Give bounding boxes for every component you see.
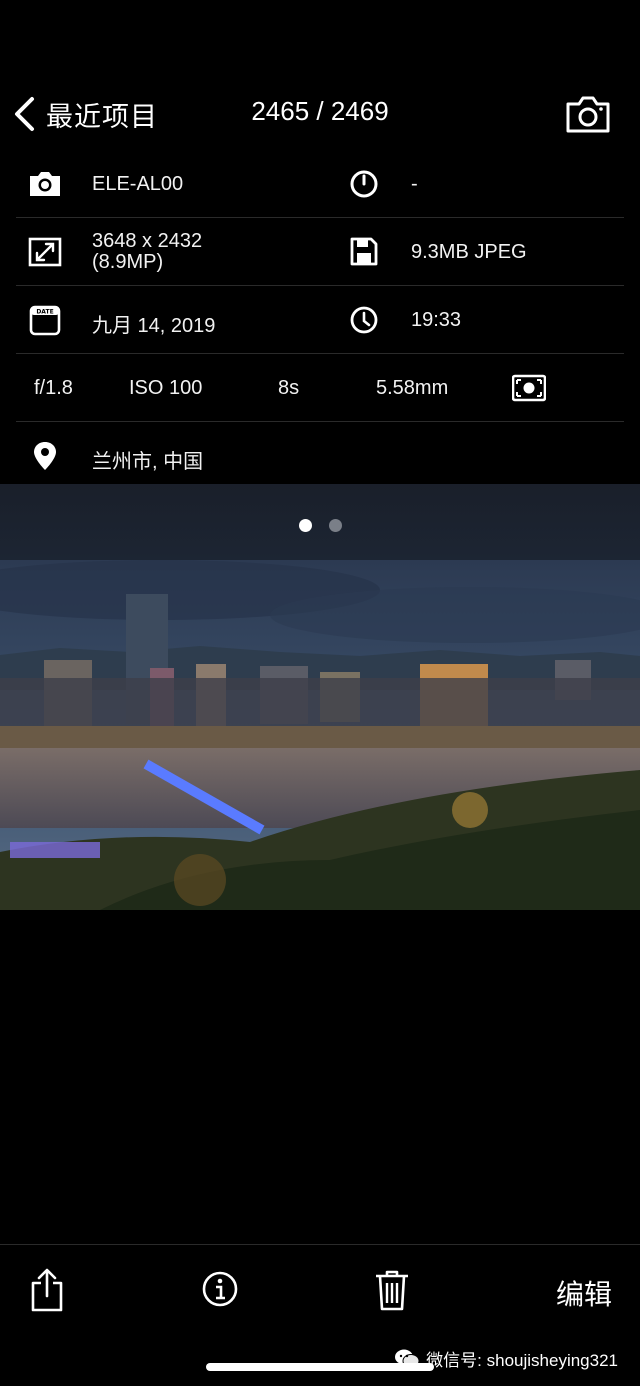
trash-icon[interactable] [374, 1268, 410, 1312]
info-row-location: 兰州市, 中国 [16, 422, 624, 490]
time-value: 19:33 [411, 309, 462, 331]
lens-value: - [411, 173, 418, 195]
expand-icon [28, 237, 62, 267]
info-row-size: 3648 x 2432 (8.9MP) 9.3MB JPEG [16, 218, 624, 286]
save-icon [350, 237, 378, 266]
info-row-datetime: DATE 九月 14, 2019 19:33 [16, 286, 624, 354]
watermark-text: 微信号: shoujisheying321 [426, 1351, 618, 1370]
pager-dot[interactable] [329, 519, 342, 532]
metering-icon [512, 374, 546, 402]
dimensions-line1: 3648 x 2432 [92, 230, 203, 252]
location-value: 兰州市, 中国 [92, 451, 204, 473]
dimensions-line2: (8.9MP) [92, 251, 164, 273]
edit-button[interactable]: 编辑 [556, 1273, 612, 1313]
photo [0, 560, 640, 910]
photo-counter: 2465 / 2469 [251, 96, 389, 126]
shutter-value: 8s [278, 377, 300, 399]
camera-icon [30, 172, 60, 196]
iso-value: ISO 100 [129, 377, 203, 399]
pager-strip [0, 484, 640, 560]
camera-button[interactable] [564, 92, 612, 136]
file-info: 9.3MB JPEG [411, 241, 527, 263]
photo-image [0, 560, 640, 910]
clock-icon [350, 306, 378, 334]
calendar-icon-label: DATE [36, 309, 53, 316]
lens-icon [350, 170, 378, 198]
home-indicator[interactable] [206, 1363, 434, 1371]
info-row-exposure: f/1.8 ISO 100 8s 5.58mm [16, 354, 624, 422]
location-pin-icon [34, 442, 56, 470]
pager-dot-active[interactable] [299, 519, 312, 532]
camera-model: ELE-AL00 [92, 173, 184, 195]
focal-length-value: 5.58mm [376, 377, 449, 399]
date-value: 九月 14, 2019 [92, 315, 216, 337]
calendar-icon: DATE [29, 305, 61, 336]
camera-icon [566, 96, 610, 133]
bottom-toolbar: 编辑 [0, 1244, 640, 1344]
info-row-device: ELE-AL00 - [16, 150, 624, 218]
aperture-value: f/1.8 [34, 377, 73, 399]
info-panel: ELE-AL00 - 3648 x 2432 (8.9MP) 9.3MB JPE… [16, 150, 624, 490]
info-icon[interactable] [201, 1270, 239, 1308]
header: 最近项目 2465 / 2469 [0, 84, 640, 144]
share-icon[interactable] [28, 1267, 66, 1313]
